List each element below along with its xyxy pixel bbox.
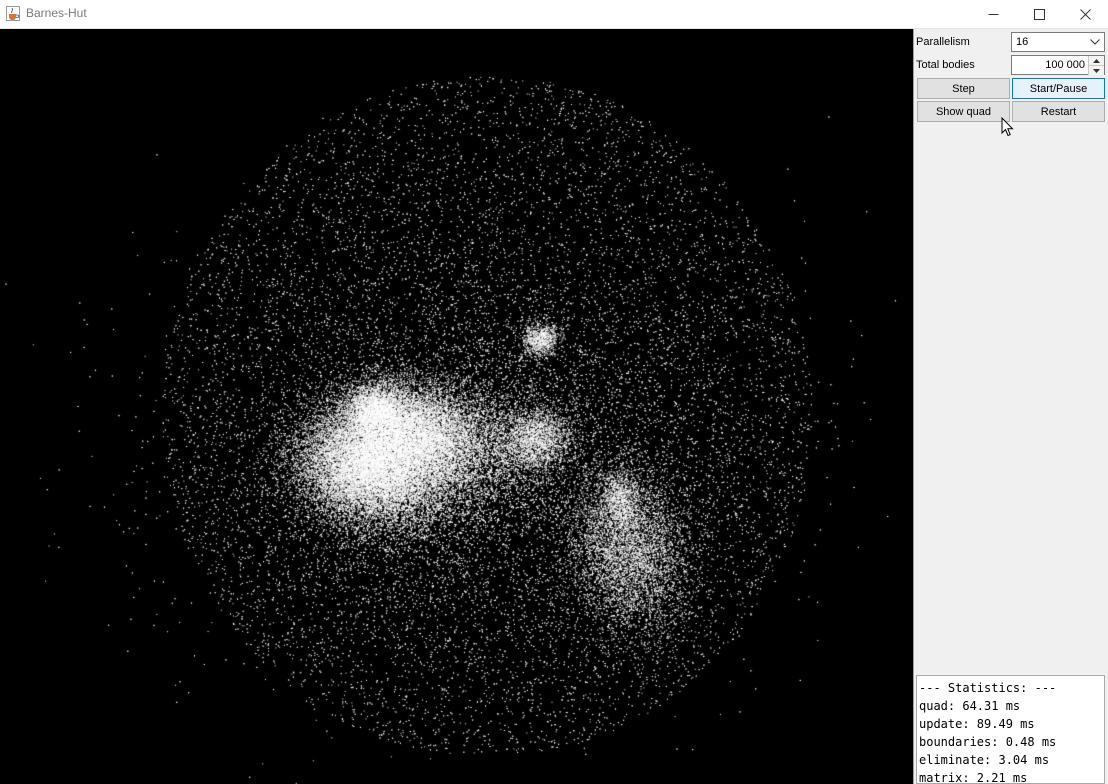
stat-update: update: 89.49 ms [919, 717, 1035, 731]
arrow-down-icon [1093, 68, 1100, 73]
step-button[interactable]: Step [917, 78, 1010, 99]
spinner-up-button[interactable] [1088, 56, 1104, 65]
chevron-down-icon [1090, 39, 1100, 45]
stat-eliminate: eliminate: 3.04 ms [919, 753, 1050, 767]
minimize-icon [988, 13, 998, 15]
control-panel: Parallelism 16 Total bodies 100 000 Step… [913, 29, 1108, 784]
statistics-panel: --- Statistics: --- quad: 64.31 ms update:… [916, 675, 1105, 784]
parallelism-select[interactable]: 16 [1011, 32, 1105, 52]
java-cup-icon [6, 6, 20, 21]
close-button[interactable] [1062, 0, 1108, 28]
total-bodies-value: 100 000 [1045, 59, 1085, 71]
mouse-cursor-icon [1001, 117, 1014, 137]
arrow-up-icon [1093, 58, 1100, 63]
stat-boundaries: boundaries: 0.48 ms [919, 735, 1057, 749]
stat-matrix: matrix: 2.21 ms [919, 771, 1028, 784]
parallelism-label: Parallelism [916, 36, 970, 48]
maximize-icon [1033, 8, 1045, 20]
close-icon [1079, 8, 1091, 20]
simulation-canvas[interactable] [0, 29, 913, 784]
title-bar: Barnes-Hut [0, 0, 1108, 29]
particle-field [0, 29, 913, 784]
maximize-button[interactable] [1016, 0, 1062, 28]
spinner-down-button[interactable] [1088, 65, 1104, 75]
parallelism-value: 16 [1016, 36, 1029, 48]
minimize-button[interactable] [970, 0, 1016, 28]
start-pause-button[interactable]: Start/Pause [1012, 78, 1105, 99]
show-quad-button[interactable]: Show quad [917, 101, 1010, 122]
window-title: Barnes-Hut [26, 6, 87, 20]
total-bodies-label: Total bodies [916, 59, 975, 71]
stat-quad: quad: 64.31 ms [919, 699, 1021, 713]
total-bodies-spinner[interactable]: 100 000 [1011, 55, 1105, 75]
restart-button[interactable]: Restart [1012, 101, 1105, 122]
statistics-header: --- Statistics: --- [919, 681, 1057, 695]
